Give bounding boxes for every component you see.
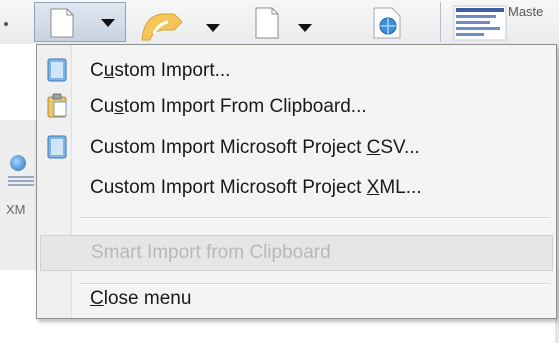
menu-item-label: Custom Import... (90, 60, 231, 81)
menu-item-smart-import: Smart Import from Clipboard (40, 235, 553, 271)
import-icon (47, 135, 67, 159)
toolbar-divider (440, 2, 441, 42)
toolbar: Maste (0, 0, 559, 44)
toolbar-grip (4, 22, 8, 26)
import-button[interactable] (34, 2, 126, 42)
side-label: XM (6, 202, 26, 217)
import-icon (47, 58, 67, 82)
chevron-down-icon[interactable] (206, 24, 220, 32)
chevron-down-icon[interactable] (298, 24, 312, 32)
clipboard-icon (47, 93, 67, 118)
menu-item-close[interactable]: Close menu (40, 279, 553, 315)
document-icon (255, 7, 279, 39)
menu-item-import-project-xml[interactable]: Custom Import Microsoft Project XML... (40, 170, 553, 206)
menu-item-label: Custom Import Microsoft Project CSV... (90, 137, 420, 158)
menu-item-label: Custom Import From Clipboard... (90, 96, 367, 117)
web-button[interactable] (360, 4, 416, 40)
document-icon (50, 8, 74, 38)
lines-icon (8, 176, 34, 188)
menu-item-label: Custom Import Microsoft Project XML... (90, 177, 422, 198)
master-view-button[interactable]: Maste (450, 0, 559, 44)
menu-separator (79, 217, 550, 219)
master-label: Maste (508, 4, 544, 19)
background-panel: XM (0, 120, 36, 270)
globe-icon (373, 7, 401, 39)
print-button[interactable] (244, 4, 324, 40)
menu-item-custom-import[interactable]: Custom Import... (40, 53, 553, 89)
chart-export-icon (141, 13, 183, 41)
menu-item-custom-import-clipboard[interactable]: Custom Import From Clipboard... (40, 89, 553, 125)
export-button[interactable] (136, 4, 228, 41)
menu-item-label: Smart Import from Clipboard (91, 242, 331, 263)
gantt-icon (453, 5, 507, 41)
globe-icon (10, 155, 26, 171)
menu-item-label: Close menu (90, 288, 192, 309)
import-dropdown-menu: Custom Import... Custom Import From Clip… (36, 44, 557, 319)
menu-item-import-project-csv[interactable]: Custom Import Microsoft Project CSV... (40, 130, 553, 166)
chevron-down-icon[interactable] (101, 19, 115, 27)
